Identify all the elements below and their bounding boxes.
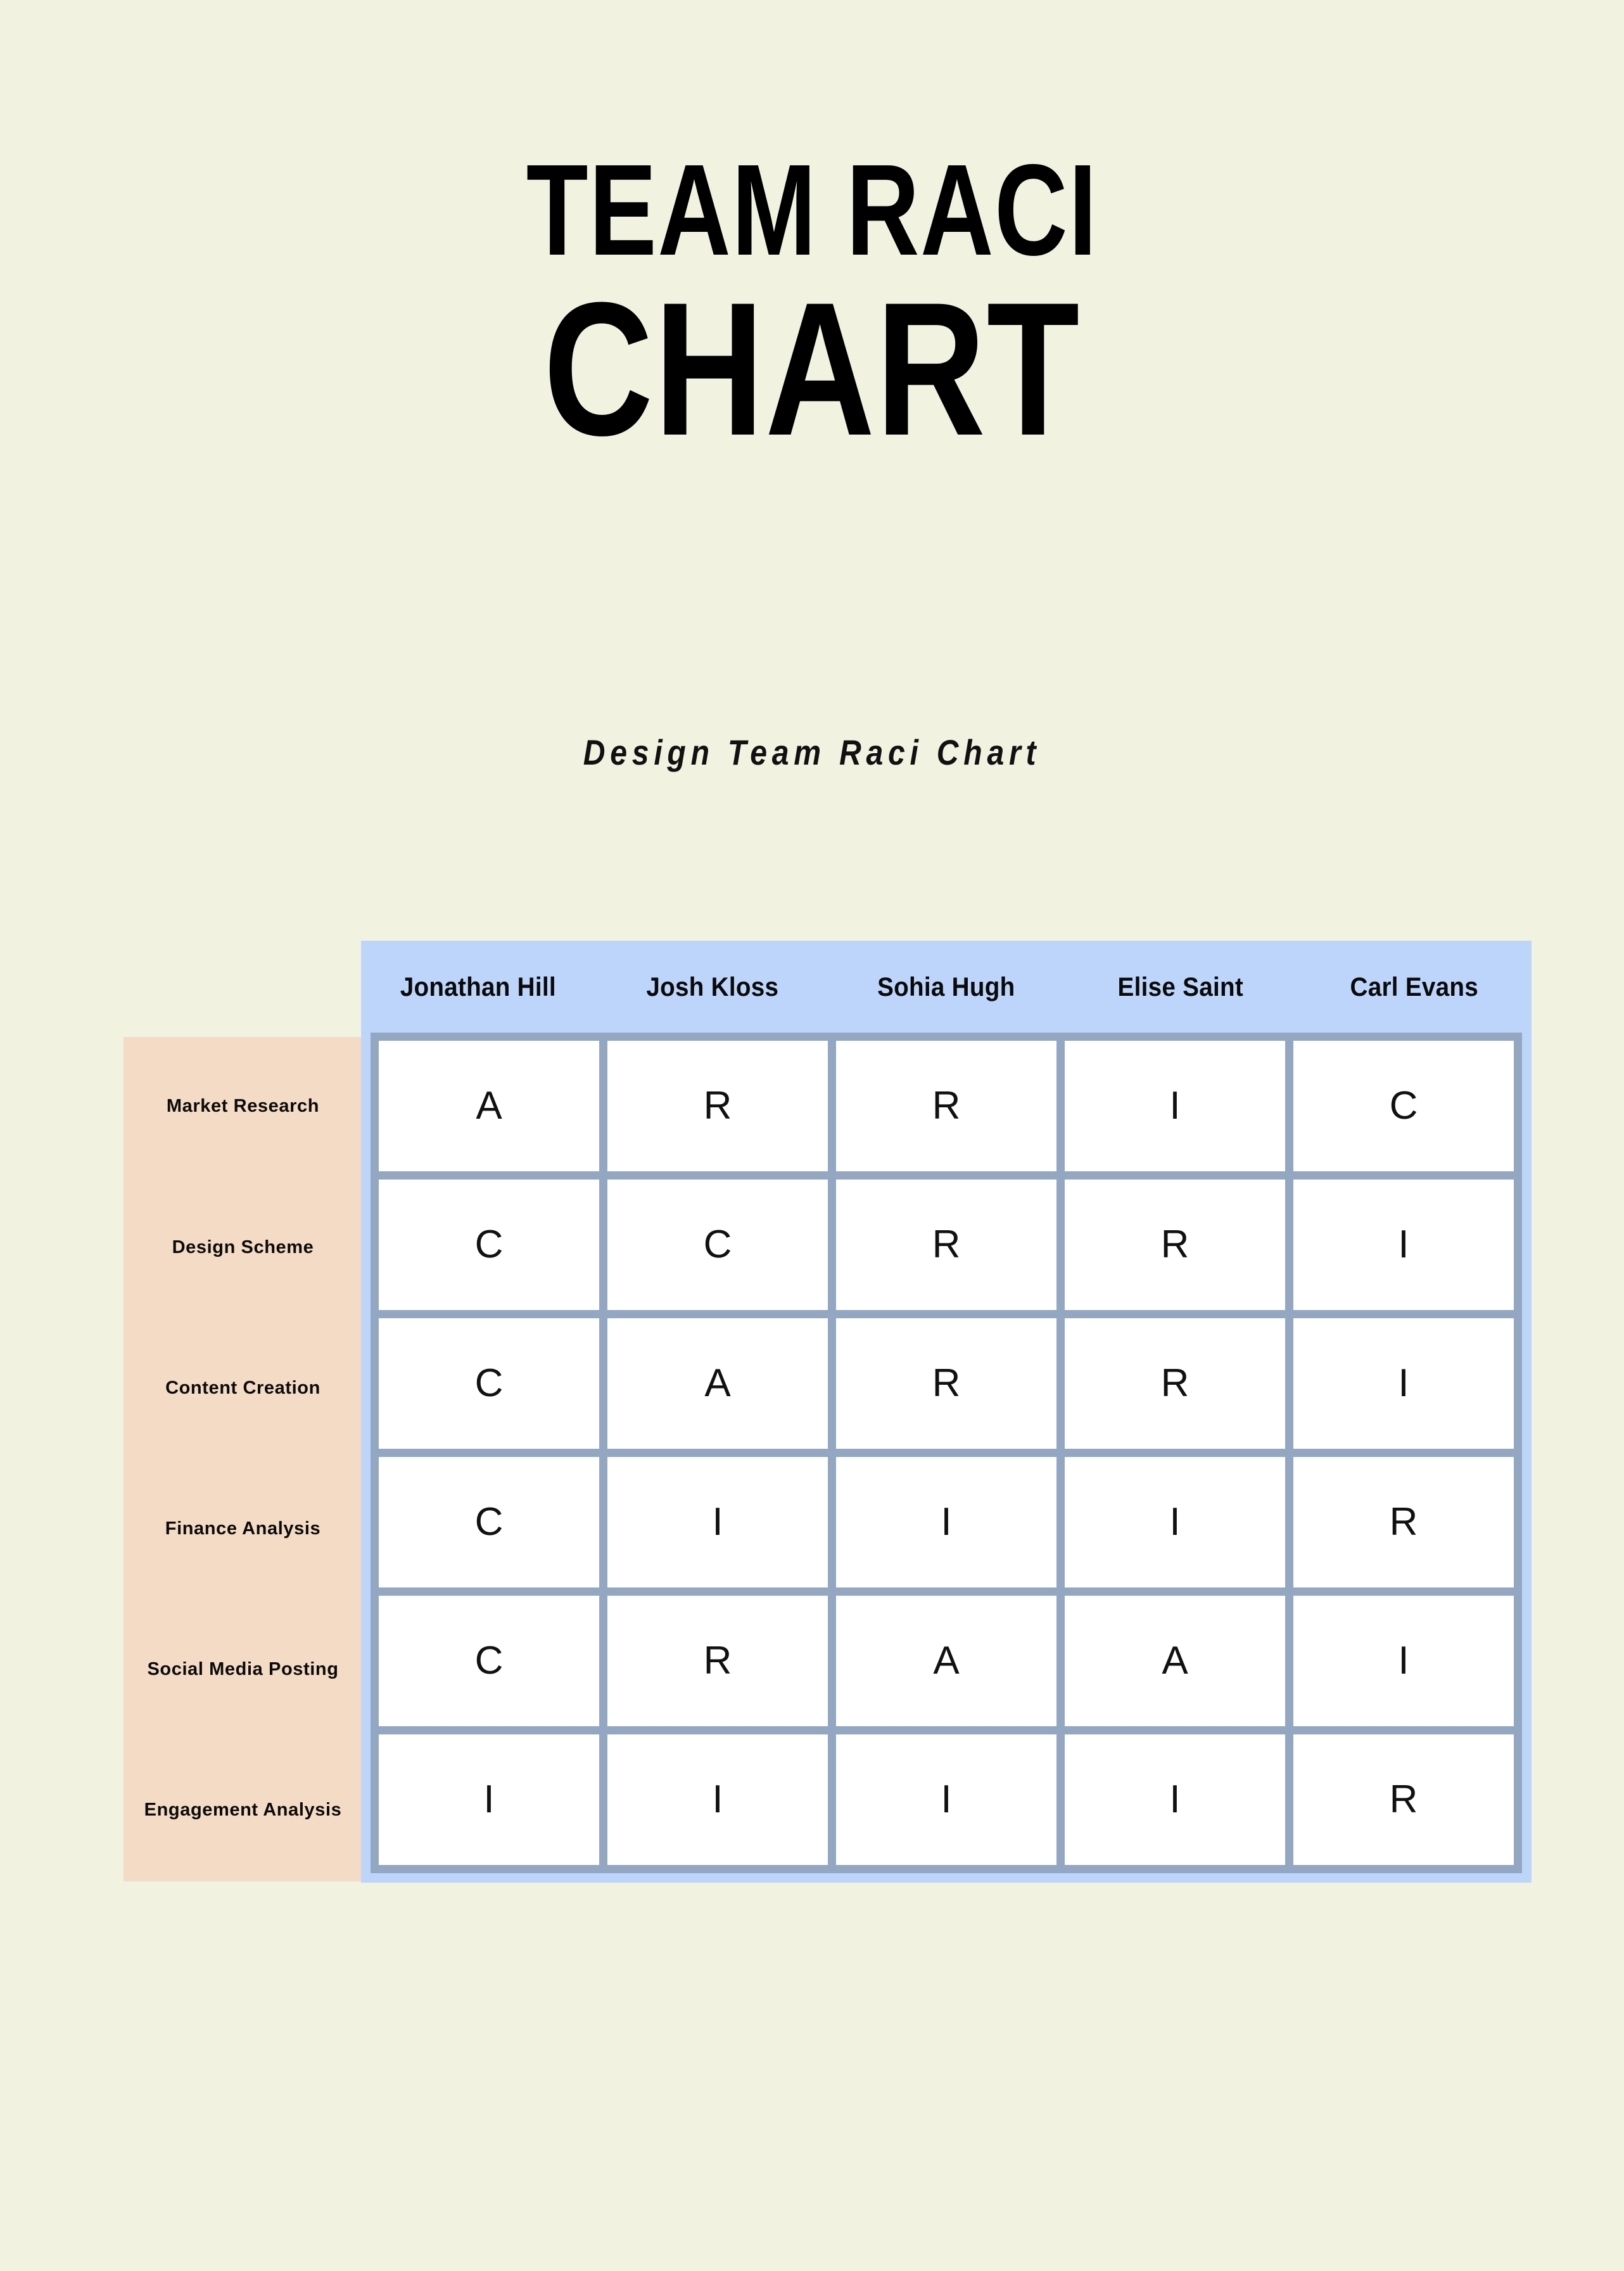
task-label: Social Media Posting [147, 1659, 339, 1680]
page-title-line-1: TEAM RACI [526, 137, 1098, 283]
team-member-header: Carl Evans [1350, 971, 1479, 1002]
raci-cell[interactable]: I [379, 1734, 599, 1865]
raci-cell[interactable]: A [607, 1318, 828, 1449]
raci-cell[interactable]: A [1065, 1596, 1285, 1726]
raci-cell[interactable]: C [379, 1318, 599, 1449]
raci-matrix: ARRICCCRRICARRICIIIRCRAAIIIIIR [371, 1033, 1522, 1873]
raci-cell[interactable]: R [836, 1318, 1056, 1449]
raci-cell[interactable]: R [1293, 1734, 1514, 1865]
raci-cell[interactable]: C [607, 1180, 828, 1310]
team-member-header: Jonathan Hill [400, 971, 556, 1002]
raci-cell[interactable]: R [1065, 1180, 1285, 1310]
raci-cell[interactable]: I [836, 1734, 1056, 1865]
table-row: CRAAI [379, 1596, 1514, 1726]
team-member-header: Elise Saint [1117, 971, 1243, 1002]
raci-cell[interactable]: I [607, 1457, 828, 1587]
task-label: Market Research [166, 1096, 320, 1117]
raci-cell[interactable]: R [836, 1041, 1056, 1171]
task-label: Engagement Analysis [144, 1800, 342, 1821]
raci-cell[interactable]: R [1293, 1457, 1514, 1587]
table-row: CARRI [379, 1318, 1514, 1449]
raci-cell[interactable]: C [379, 1457, 599, 1587]
raci-cell[interactable]: A [379, 1041, 599, 1171]
raci-cell[interactable]: I [1065, 1734, 1285, 1865]
table-row: CCRRI [379, 1180, 1514, 1310]
raci-grid-panel: Jonathan Hill Josh Kloss Sohia Hugh Elise S… [361, 941, 1532, 1883]
raci-cell[interactable]: I [836, 1457, 1056, 1587]
task-label: Finance Analysis [165, 1518, 321, 1539]
page-title: TEAM RACI CHART [0, 137, 1624, 475]
raci-cell[interactable]: A [836, 1596, 1056, 1726]
raci-cell[interactable]: I [1293, 1596, 1514, 1726]
page-title-line-2: CHART [543, 262, 1081, 475]
raci-cell[interactable]: R [607, 1596, 828, 1726]
raci-cell[interactable]: C [379, 1180, 599, 1310]
raci-cell[interactable]: I [1065, 1041, 1285, 1171]
raci-cell[interactable]: I [1065, 1457, 1285, 1587]
raci-cell[interactable]: C [1293, 1041, 1514, 1171]
raci-cell[interactable]: R [836, 1180, 1056, 1310]
task-label: Content Creation [165, 1377, 320, 1398]
team-member-header: Sohia Hugh [877, 971, 1015, 1002]
table-row: CIIIR [379, 1457, 1514, 1587]
table-row: ARRIC [379, 1041, 1514, 1171]
raci-cell[interactable]: R [1065, 1318, 1285, 1449]
table-row: IIIIR [379, 1734, 1514, 1865]
raci-cell[interactable]: R [607, 1041, 828, 1171]
team-member-header-row: Jonathan Hill Josh Kloss Sohia Hugh Elise S… [361, 941, 1532, 1033]
raci-cell[interactable]: I [1293, 1318, 1514, 1449]
team-member-header: Josh Kloss [645, 971, 778, 1002]
task-label-panel: Market Research Design Scheme Content Crea… [124, 1037, 362, 1881]
raci-cell[interactable]: I [1293, 1180, 1514, 1310]
raci-cell[interactable]: I [607, 1734, 828, 1865]
raci-cell[interactable]: C [379, 1596, 599, 1726]
task-label: Design Scheme [172, 1237, 314, 1257]
page-subtitle: Design Team Raci Chart [583, 732, 1041, 772]
